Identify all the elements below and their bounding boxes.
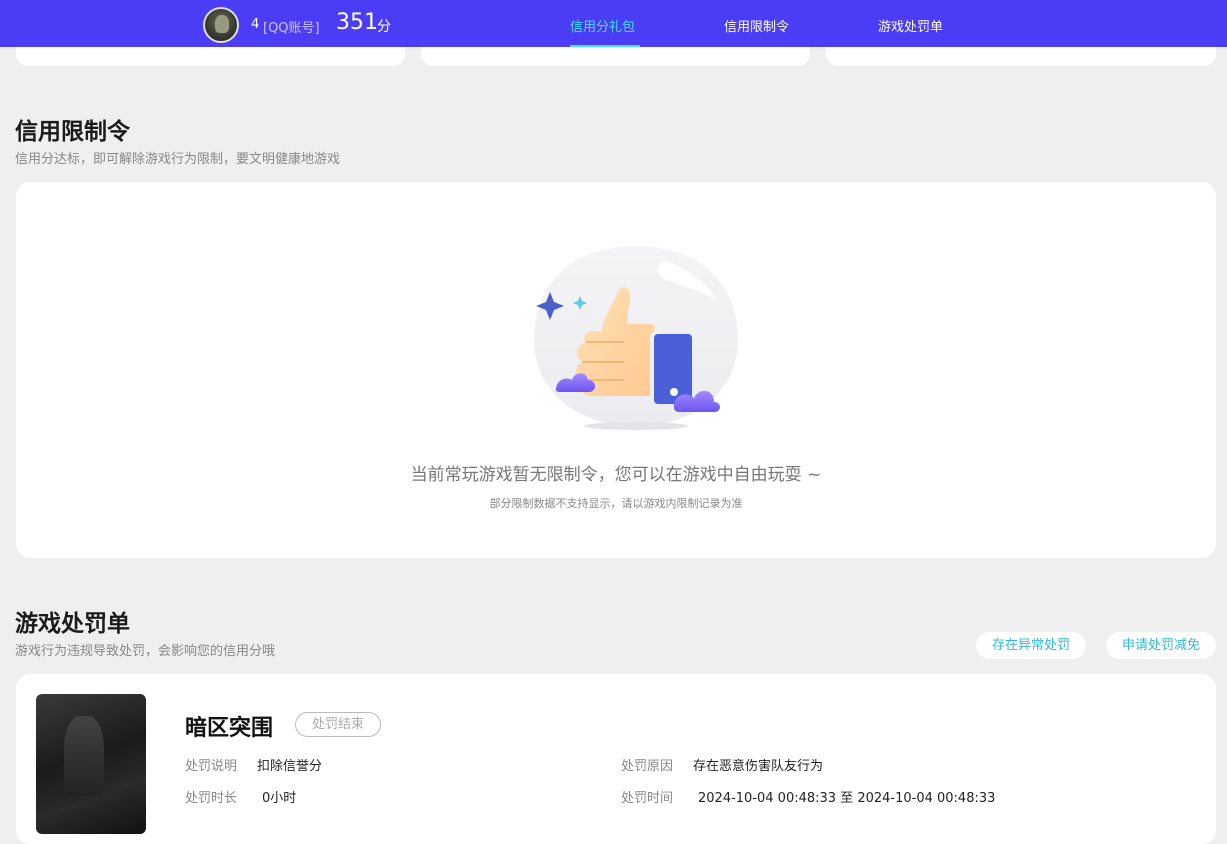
restriction-empty-note: 部分限制数据不支持显示，请以游戏内限制记录为准 — [489, 497, 743, 510]
penalty-reason-label: 处罚原因 — [621, 759, 674, 774]
user-avatar[interactable] — [203, 7, 239, 43]
game-cover-image — [36, 694, 146, 834]
penalty-appeal-button[interactable]: 申请处罚减免 — [1106, 632, 1216, 659]
penalty-status-badge: 处罚结束 — [295, 712, 381, 737]
penalty-desc-label: 处罚说明 — [185, 759, 238, 774]
penalty-section-title: 游戏处罚单 — [15, 611, 130, 637]
nav-tab-credit-restriction[interactable]: 信用限制令 — [724, 16, 789, 35]
account-type: [QQ账号] — [263, 21, 320, 36]
restriction-section-subtitle: 信用分达标，即可解除游戏行为限制，要文明健康地游戏 — [15, 152, 341, 167]
penalty-reason-value: 存在恶意伤害队友行为 — [693, 759, 824, 774]
nav-tab-credit-gift[interactable]: 信用分礼包 — [570, 16, 635, 35]
abnormal-penalty-button[interactable]: 存在异常处罚 — [976, 632, 1086, 659]
nav-active-indicator — [570, 45, 640, 47]
penalty-time-value: 2024-10-04 00:48:33 至 2024-10-04 00:48:3… — [698, 791, 996, 806]
nav-tab-game-penalty[interactable]: 游戏处罚单 — [878, 16, 943, 35]
restriction-section-title: 信用限制令 — [15, 119, 130, 145]
penalty-duration-value: 0小时 — [262, 791, 297, 806]
penalty-desc-value: 扣除信誉分 — [257, 759, 323, 774]
restriction-empty-card: 当前常玩游戏暂无限制令，您可以在游戏中自由玩耍 ~ 部分限制数据不支持显示，请以… — [16, 182, 1216, 558]
penalty-section-subtitle: 游戏行为违规导致处罚，会影响您的信用分哦 — [15, 644, 276, 659]
game-name: 暗区突围 — [185, 716, 274, 741]
top-bar: 4 [QQ账号] 351 分 信用分礼包 信用限制令 游戏处罚单 — [0, 0, 1227, 47]
restriction-empty-message: 当前常玩游戏暂无限制令，您可以在游戏中自由玩耍 ~ — [410, 465, 822, 485]
credit-score: 351 — [336, 10, 378, 35]
penalty-record-card[interactable]: 暗区突围 处罚结束 处罚说明 扣除信誉分 处罚时长 0小时 处罚原因 存在恶意伤… — [16, 674, 1216, 844]
penalty-time-label: 处罚时间 — [621, 791, 674, 806]
credit-score-unit: 分 — [377, 19, 391, 35]
thumbs-up-illustration-icon — [534, 246, 738, 430]
penalty-duration-label: 处罚时长 — [185, 791, 238, 806]
user-level: 4 — [251, 17, 260, 32]
